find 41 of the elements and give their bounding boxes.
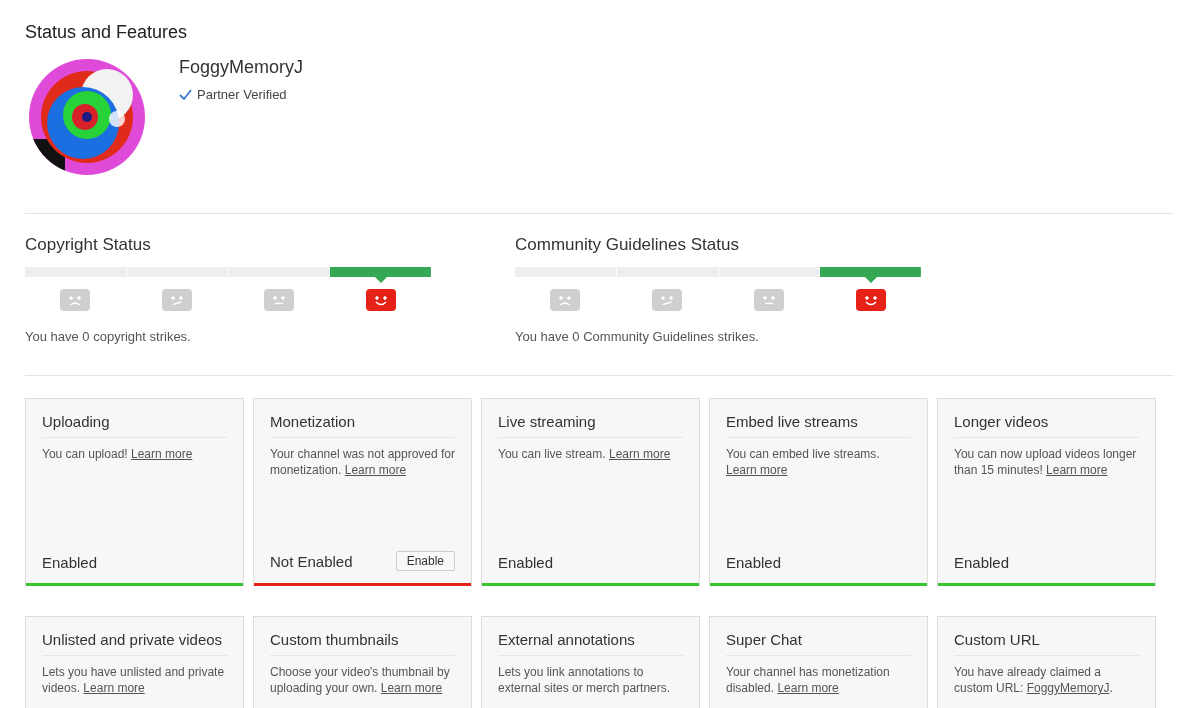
- feature-status: Not Enabled: [270, 552, 353, 570]
- feature-description: You can embed live streams. Learn more: [726, 446, 881, 478]
- feature-description: Lets you have unlisted and private videos. Learn more: [42, 664, 226, 696]
- feature-title: Custom URL: [954, 631, 1139, 656]
- feature-status: Enabled: [42, 554, 98, 571]
- feature-description: Lets you link annotations to external sites or merch partners.: [498, 664, 672, 696]
- feature-title: Monetization: [270, 413, 455, 438]
- section-title: Copyright Status: [25, 235, 151, 255]
- feature-description: Your channel has monetization disabled. Learn more: [726, 664, 891, 696]
- learn-more-link[interactable]: Learn more: [726, 463, 788, 477]
- feature-title: Longer videos: [954, 413, 1139, 438]
- page-title: Status and Features: [25, 21, 188, 43]
- learn-more-link[interactable]: Learn more: [380, 681, 443, 695]
- learn-more-link[interactable]: Learn more: [344, 463, 407, 477]
- verified-label: Partner Verified: [197, 87, 287, 102]
- strike-summary: You have 0 copyright strikes.: [25, 329, 191, 344]
- feature-title: Uploading: [42, 413, 227, 438]
- enable-button[interactable]: Enable: [395, 551, 455, 571]
- learn-more-link[interactable]: Learn more: [608, 447, 671, 461]
- learn-more-link[interactable]: Learn more: [130, 447, 193, 461]
- strike-summary: You have 0 Community Guidelines strikes.: [515, 329, 759, 344]
- learn-more-link[interactable]: Learn more: [777, 681, 839, 695]
- feature-title: Custom thumbnails: [270, 631, 455, 656]
- feature-title: Live streaming: [498, 413, 683, 438]
- feature-status: Enabled: [954, 554, 1010, 571]
- feature-title: Super Chat: [726, 631, 911, 656]
- feature-status: Enabled: [498, 554, 554, 571]
- feature-description: Your channel was not approved for monetization. Learn more: [270, 446, 455, 478]
- learn-more-link[interactable]: Learn more: [1046, 463, 1108, 477]
- feature-description: You can upload! Learn more: [42, 446, 194, 462]
- learn-more-link[interactable]: Learn more: [83, 681, 145, 695]
- feature-description: You have already claimed a custom URL: FoggyMemoryJ.: [954, 664, 1114, 696]
- channel-name: FoggyMemoryJ: [179, 57, 304, 78]
- feature-description: You can now upload videos longer than 15 minutes! Learn more: [954, 446, 1138, 478]
- section-title: Community Guidelines Status: [515, 235, 739, 255]
- feature-description: You can live stream. Learn more: [498, 446, 672, 462]
- feature-description: Choose your video's thumbnail by uploading your own. Learn more: [270, 664, 451, 696]
- feature-title: External annotations: [498, 631, 683, 656]
- feature-title: Unlisted and private videos: [42, 631, 227, 656]
- feature-status: Enabled: [726, 554, 782, 571]
- feature-title: Embed live streams: [726, 413, 911, 438]
